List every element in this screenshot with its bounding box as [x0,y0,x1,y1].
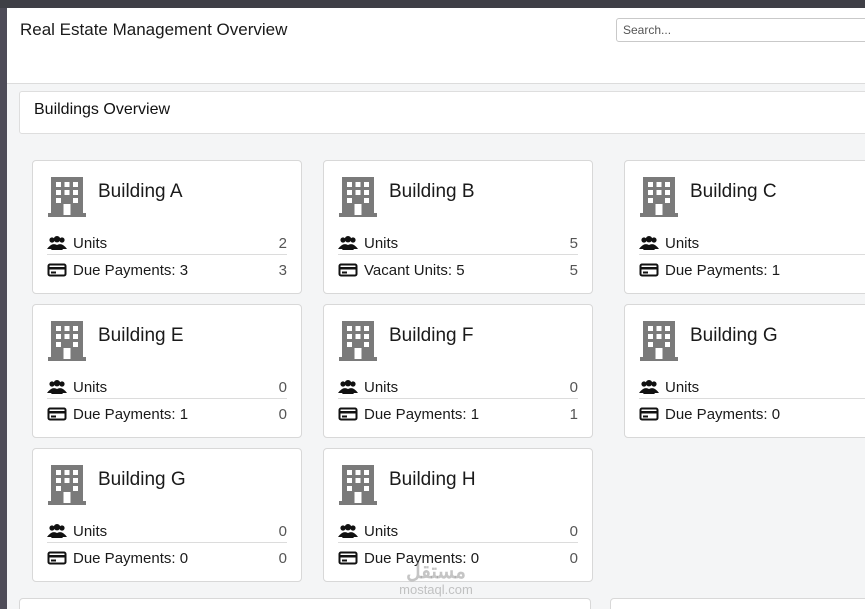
building-name: Building G [98,469,186,490]
units-value: 5 [569,234,578,252]
units-value: 0 [569,378,578,396]
units-label: Units [665,234,700,252]
units-label: Units [73,234,108,252]
payment-card-icon [338,551,358,565]
building-icon [339,465,377,505]
units-label: Units [364,234,399,252]
units-label: Units [665,378,700,396]
watermark-arabic: مستقل [406,561,466,583]
section-title: Buildings Overview [34,101,171,118]
payment-card-icon [47,551,67,565]
app-header: Real Estate Management Overview [7,8,865,84]
building-card[interactable]: Building F Units 0 Due Payments: 1 1 [323,304,593,438]
payment-card-icon [639,263,659,277]
users-icon [338,524,358,538]
units-row: Units 0 [338,376,578,399]
buildings-overview-panel: Buildings Overview [19,91,865,134]
payments-label: Due Payments: 0 [73,549,189,567]
payments-row: Due Payments: 1 0 [47,403,287,425]
payment-card-icon [639,407,659,421]
payments-row: Due Payments: 0 0 [47,547,287,569]
payment-card-icon [47,263,67,277]
building-card[interactable]: Building A Units 2 Due Payments: 3 3 [32,160,302,294]
users-icon [639,236,659,250]
units-row: Units 0 [47,520,287,543]
building-name: Building A [98,181,183,202]
vacant-units-value: 5 [569,261,578,279]
payments-value: 0 [278,549,287,567]
payments-row: Due Payments: 0 [639,403,865,425]
building-icon [48,465,86,505]
payments-label: Due Payments: 1 [73,405,189,423]
building-card[interactable]: Building G Units Due Payments: 0 [624,304,865,438]
payments-label: Due Payments: 1 [665,261,781,279]
units-label: Units [73,522,108,540]
vacant-units-label: Vacant Units: 5 [364,261,465,279]
payments-value: 1 [569,405,578,423]
payments-row: Due Payments: 1 1 [338,403,578,425]
building-icon [48,177,86,217]
payments-value: 0 [569,549,578,567]
building-name: Building C [690,181,777,202]
bottom-panel-right [610,598,865,609]
units-value: 0 [569,522,578,540]
building-icon [640,177,678,217]
payments-row: Vacant Units: 5 5 [338,259,578,281]
building-card[interactable]: Building E Units 0 Due Payments: 1 0 [32,304,302,438]
payment-card-icon [338,263,358,277]
app-window: Real Estate Management Overview Building… [7,8,865,609]
units-row: Units 0 [338,520,578,543]
watermark-latin: mostaql.com [399,582,473,597]
building-icon [339,321,377,361]
building-icon [640,321,678,361]
building-name: Building B [389,181,475,202]
building-icon [339,177,377,217]
units-value: 0 [278,522,287,540]
payments-row: Due Payments: 1 [639,259,865,281]
users-icon [338,236,358,250]
building-icon [48,321,86,361]
bottom-panel-left [19,598,591,609]
units-row: Units [639,232,865,255]
payment-card-icon [47,407,67,421]
units-label: Units [364,378,399,396]
building-name: Building H [389,469,476,490]
units-value: 2 [278,234,287,252]
building-card[interactable]: Building B Units 5 Vacant Units: 5 5 [323,160,593,294]
top-frame-strip [0,0,865,8]
users-icon [338,380,358,394]
users-icon [47,236,67,250]
units-row: Units 5 [338,232,578,255]
search-input[interactable] [616,18,865,42]
building-card[interactable]: Building C Units Due Payments: 1 [624,160,865,294]
units-label: Units [73,378,108,396]
units-label: Units [364,522,399,540]
payments-row: Due Payments: 3 3 [47,259,287,281]
watermark-logo: مستقل mostaql.com [381,559,491,597]
building-card[interactable]: Building G Units 0 Due Payments: 0 0 [32,448,302,582]
users-icon [639,380,659,394]
payments-value: 3 [278,261,287,279]
building-name: Building F [389,325,474,346]
units-row: Units 2 [47,232,287,255]
users-icon [47,524,67,538]
payment-card-icon [338,407,358,421]
app-title: Real Estate Management Overview [20,20,288,39]
left-frame-strip [0,8,7,609]
units-value: 0 [278,378,287,396]
units-row: Units [639,376,865,399]
users-icon [47,380,67,394]
payments-label: Due Payments: 1 [364,405,480,423]
units-row: Units 0 [47,376,287,399]
building-name: Building G [690,325,778,346]
payments-value: 0 [278,405,287,423]
building-name: Building E [98,325,184,346]
payments-label: Due Payments: 0 [665,405,781,423]
payments-label: Due Payments: 3 [73,261,189,279]
